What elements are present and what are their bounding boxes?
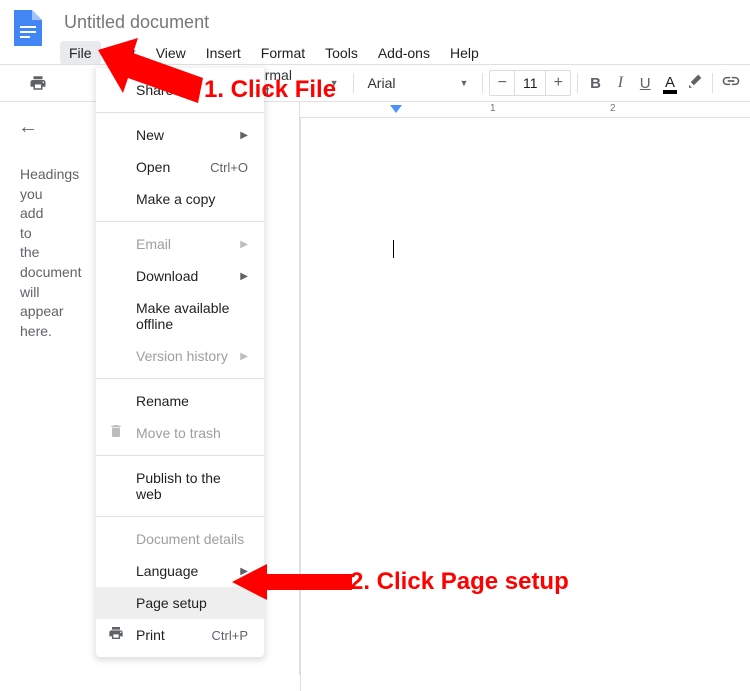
font-family-select[interactable]: Arial ▼ (359, 71, 476, 95)
menu-label: Make a copy (136, 191, 215, 207)
menu-separator (96, 455, 264, 456)
font-size-input[interactable]: 11 (514, 71, 546, 95)
annotation-text-2: 2. Click Page setup (350, 568, 569, 596)
indent-marker-icon[interactable] (390, 105, 402, 118)
menu-item-email[interactable]: Email ▶ (96, 228, 264, 260)
insert-link-button[interactable] (719, 71, 742, 96)
outline-placeholder: Headings you add to the document will ap… (0, 153, 70, 353)
menu-item-open[interactable]: Open Ctrl+O (96, 151, 264, 183)
menu-tools[interactable]: Tools (316, 41, 367, 65)
text-cursor (393, 240, 394, 258)
font-family-label: Arial (367, 75, 395, 91)
menu-label: Rename (136, 393, 189, 409)
menu-item-doc-details[interactable]: Document details (96, 523, 264, 555)
font-size-increase-button[interactable]: + (546, 71, 570, 95)
menu-shortcut: Ctrl+O (210, 160, 248, 175)
document-title[interactable]: Untitled document (56, 10, 750, 35)
menu-label: Make available offline (136, 300, 248, 332)
menu-item-offline[interactable]: Make available offline (96, 292, 264, 340)
toolbar-separator (712, 73, 713, 93)
menu-label: Open (136, 159, 170, 175)
menu-label: Version history (136, 348, 228, 364)
underline-button[interactable]: U (634, 75, 657, 92)
document-page[interactable] (300, 118, 750, 691)
menu-label: Page setup (136, 595, 207, 611)
print-icon[interactable] (26, 69, 51, 97)
submenu-arrow-icon: ▶ (240, 271, 248, 282)
submenu-arrow-icon: ▶ (240, 566, 248, 577)
submenu-arrow-icon: ▶ (240, 130, 248, 141)
menu-insert[interactable]: Insert (197, 41, 250, 65)
menu-label: New (136, 127, 164, 143)
outline-back-icon[interactable]: ← (18, 116, 38, 139)
trash-icon (108, 423, 124, 444)
highlight-color-button[interactable] (683, 72, 706, 95)
bold-button[interactable]: B (584, 75, 607, 92)
menu-separator (96, 378, 264, 379)
menu-format[interactable]: Format (252, 41, 314, 65)
menu-label: Language (136, 563, 198, 579)
ruler-mark: 2 (610, 103, 616, 114)
menu-item-page-setup[interactable]: Page setup (96, 587, 264, 619)
menu-label: Email (136, 236, 171, 252)
menu-separator (96, 221, 264, 222)
menu-label: Publish to the web (136, 470, 248, 502)
menu-label: Move to trash (136, 425, 221, 441)
chevron-down-icon: ▼ (459, 78, 468, 88)
font-size-group: − 11 + (489, 70, 571, 96)
menu-item-download[interactable]: Download ▶ (96, 260, 264, 292)
file-menu-dropdown: Share New ▶ Open Ctrl+O Make a copy Email ▶… (96, 68, 264, 657)
annotation-text-1: 1. Click File (204, 76, 336, 104)
menu-label: Print (136, 627, 165, 643)
font-size-decrease-button[interactable]: − (490, 71, 514, 95)
menu-shortcut: Ctrl+P (212, 628, 248, 643)
menu-label: Share (136, 82, 173, 98)
menu-help[interactable]: Help (441, 41, 488, 65)
menu-view[interactable]: View (147, 41, 195, 65)
menu-addons[interactable]: Add-ons (369, 41, 439, 65)
menu-item-print[interactable]: Print Ctrl+P (96, 619, 264, 651)
menu-separator (96, 112, 264, 113)
header-bar: Untitled document File Edit View Insert … (0, 0, 750, 64)
menu-separator (96, 516, 264, 517)
menubar: File Edit View Insert Format Tools Add-o… (56, 41, 750, 65)
toolbar-separator (577, 73, 578, 93)
menu-item-version-history[interactable]: Version history ▶ (96, 340, 264, 372)
italic-button[interactable]: I (609, 74, 632, 92)
submenu-arrow-icon: ▶ (240, 351, 248, 362)
horizontal-ruler[interactable]: 1 2 (300, 102, 750, 118)
menu-item-new[interactable]: New ▶ (96, 119, 264, 151)
submenu-arrow-icon: ▶ (240, 239, 248, 250)
menu-item-make-copy[interactable]: Make a copy (96, 183, 264, 215)
menu-edit[interactable]: Edit (103, 41, 145, 65)
toolbar-separator (353, 73, 354, 93)
text-color-bar (663, 90, 678, 94)
ruler-mark: 1 (490, 103, 496, 114)
docs-logo-icon[interactable] (8, 8, 48, 48)
menu-item-publish[interactable]: Publish to the web (96, 462, 264, 510)
menu-item-move-trash[interactable]: Move to trash (96, 417, 264, 449)
text-color-letter: A (665, 74, 675, 91)
menu-item-language[interactable]: Language ▶ (96, 555, 264, 587)
toolbar-separator (482, 73, 483, 93)
menu-label: Download (136, 268, 198, 284)
text-color-button[interactable]: A (659, 74, 682, 92)
menu-label: Document details (136, 531, 244, 547)
menu-item-rename[interactable]: Rename (96, 385, 264, 417)
print-icon (108, 625, 124, 646)
menu-file[interactable]: File (60, 41, 101, 65)
